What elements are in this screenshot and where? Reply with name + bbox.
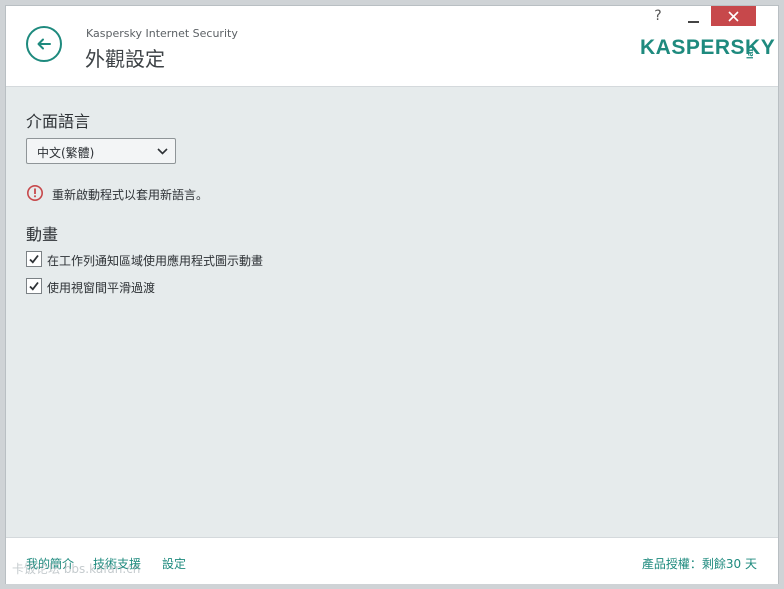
header: Kaspersky Internet Security 外觀設定 ? KASPE…: [6, 6, 778, 87]
restart-notice: 重新啟動程式以套用新語言。: [26, 184, 208, 206]
minimize-icon: [688, 21, 699, 23]
close-button[interactable]: [711, 6, 756, 26]
checkmark-icon: [29, 254, 39, 264]
animation-section-title: 動畫: [26, 225, 59, 244]
language-section-title: 介面語言: [26, 112, 91, 131]
app-name: Kaspersky Internet Security: [86, 27, 238, 40]
arrow-left-icon: [37, 38, 51, 50]
close-icon: [728, 11, 739, 22]
back-button[interactable]: [26, 26, 62, 62]
license-status-link[interactable]: 產品授權：剩餘30 天: [642, 555, 757, 572]
logo-lab: lab: [745, 45, 755, 59]
minimize-button[interactable]: [681, 8, 707, 28]
language-select[interactable]: 中文(繁體): [26, 138, 176, 164]
smooth-transition-checkbox[interactable]: [26, 278, 42, 294]
checkmark-icon: [29, 281, 39, 291]
restart-notice-text: 重新啟動程式以套用新語言。: [52, 188, 209, 202]
language-select-value: 中文(繁體): [37, 146, 95, 160]
settings-window: Kaspersky Internet Security 外觀設定 ? KASPE…: [6, 6, 778, 584]
page-title: 外觀設定: [85, 47, 165, 71]
help-button[interactable]: ?: [649, 8, 667, 28]
smooth-transition-label: 使用視窗間平滑過渡: [47, 281, 156, 295]
kaspersky-logo: KASPERSKY lab: [640, 36, 775, 66]
taskbar-animation-label: 在工作列通知區域使用應用程式圖示動畫: [47, 254, 264, 268]
my-profile-link[interactable]: 我的簡介: [26, 555, 74, 572]
footer: 我的簡介 技術支援 設定 產品授權：剩餘30 天 卡饭论坛 bbs.kafan.…: [6, 537, 778, 584]
chevron-down-icon: [157, 148, 168, 155]
taskbar-animation-checkbox[interactable]: [26, 251, 42, 267]
warning-icon: [27, 185, 43, 201]
support-link[interactable]: 技術支援: [93, 555, 141, 572]
settings-link[interactable]: 設定: [162, 555, 186, 572]
